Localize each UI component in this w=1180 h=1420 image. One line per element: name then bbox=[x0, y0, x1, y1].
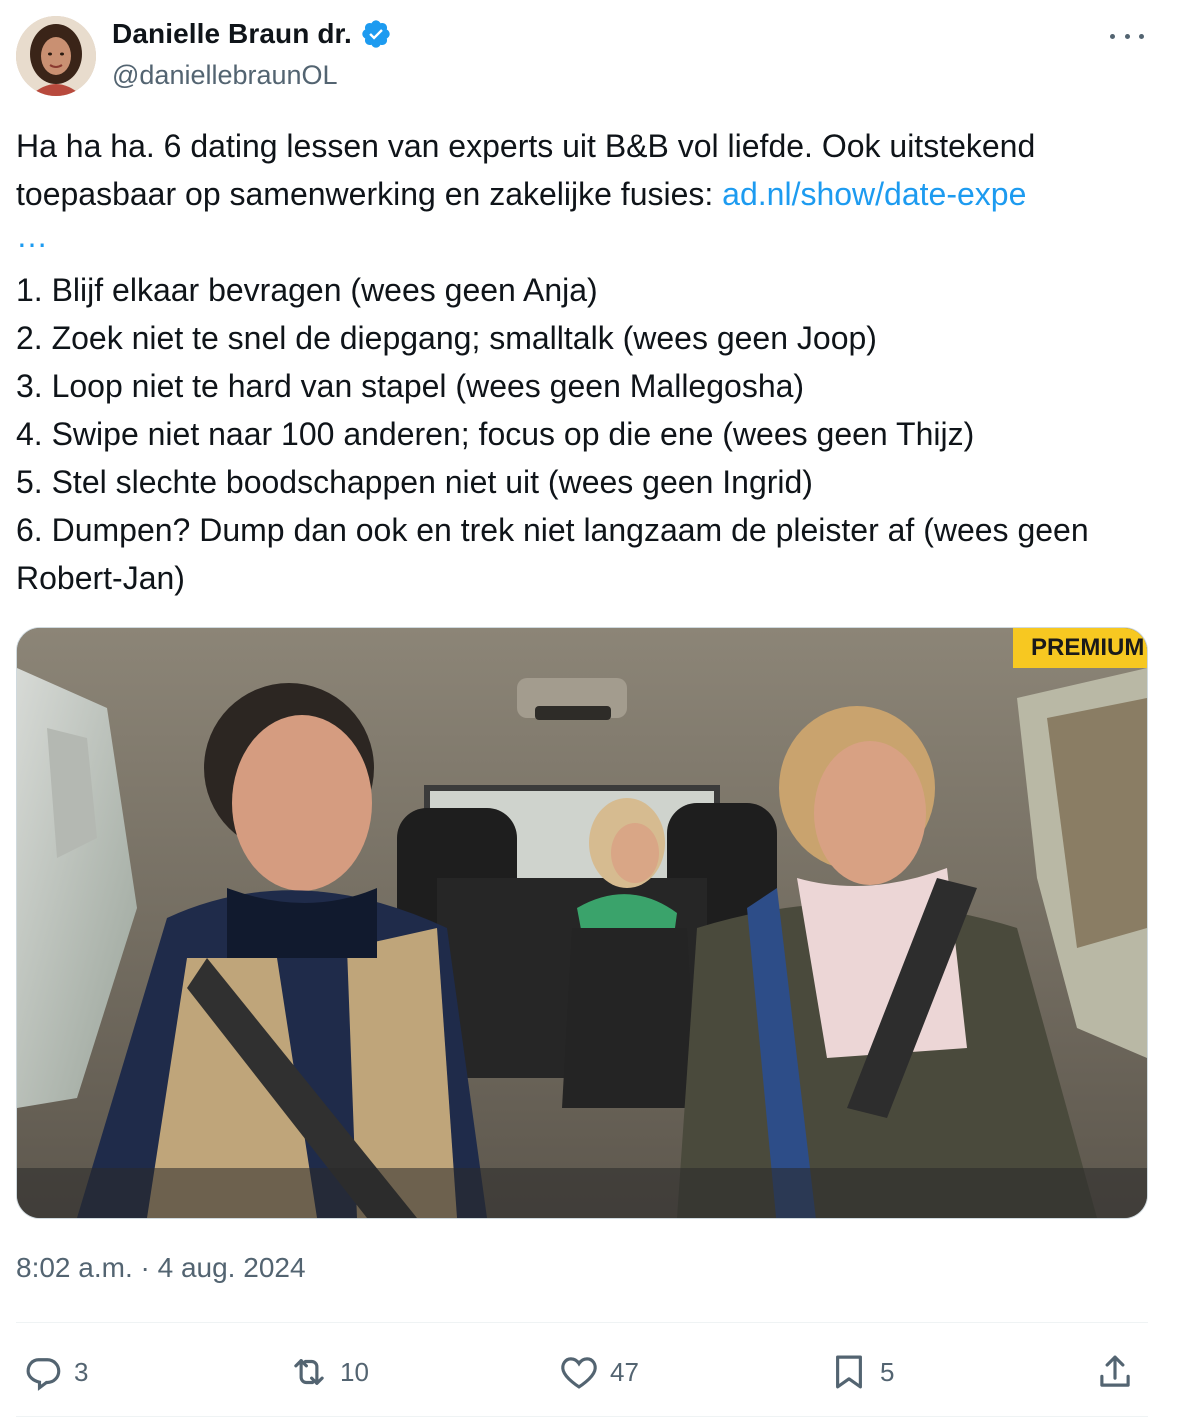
like-icon bbox=[561, 1357, 597, 1389]
repost-count: 10 bbox=[340, 1356, 369, 1387]
more-icon[interactable] bbox=[1110, 24, 1144, 48]
media-image[interactable]: PREMIUM bbox=[16, 627, 1148, 1219]
like-count: 47 bbox=[610, 1356, 639, 1387]
bookmark-icon bbox=[836, 1355, 862, 1389]
premium-badge: PREMIUM bbox=[1013, 628, 1147, 668]
tweet-text: Ha ha ha. 6 dating lessen van experts ui… bbox=[16, 122, 1156, 602]
repost-icon bbox=[294, 1359, 324, 1385]
list-item: 4. Swipe niet naar 100 anderen; focus op… bbox=[16, 416, 975, 452]
reply-icon bbox=[26, 1358, 61, 1391]
list-item: 5. Stel slechte boodschappen niet uit (w… bbox=[16, 464, 813, 500]
bookmark-count: 5 bbox=[880, 1356, 895, 1387]
article-link[interactable]: ad.nl/show/date-expe bbox=[722, 176, 1026, 212]
link-ellipsis[interactable]: … bbox=[16, 218, 1156, 266]
avatar[interactable] bbox=[16, 16, 96, 96]
divider bbox=[16, 1322, 1148, 1323]
divider bbox=[16, 1416, 1148, 1417]
reply-button[interactable]: 3 bbox=[22, 1342, 88, 1402]
share-icon bbox=[1100, 1355, 1130, 1387]
lessons-list: 1. Blijf elkaar bevragen (wees geen Anja… bbox=[16, 266, 1156, 602]
list-item: 6. Dumpen? Dump dan ook en trek niet lan… bbox=[16, 512, 1089, 596]
tweet-intro: Ha ha ha. 6 dating lessen van experts ui… bbox=[16, 122, 1156, 218]
repost-button[interactable]: 10 bbox=[288, 1342, 369, 1402]
list-item: 1. Blijf elkaar bevragen (wees geen Anja… bbox=[16, 272, 598, 308]
bookmark-button[interactable]: 5 bbox=[828, 1342, 894, 1402]
car-scene-image bbox=[17, 628, 1147, 1218]
list-item: 2. Zoek niet te snel de diepgang; smallt… bbox=[16, 320, 877, 356]
display-name[interactable]: Danielle Braun dr. bbox=[112, 18, 352, 50]
author-handle[interactable]: @daniellebraunOL bbox=[112, 60, 338, 91]
author-name-row: Danielle Braun dr. bbox=[112, 18, 392, 50]
list-item: 3. Loop niet te hard van stapel (wees ge… bbox=[16, 368, 805, 404]
reply-count: 3 bbox=[74, 1356, 89, 1387]
like-button[interactable]: 47 bbox=[558, 1342, 639, 1402]
share-button[interactable] bbox=[1094, 1342, 1136, 1402]
tweet: Danielle Braun dr. @daniellebraunOL Ha h… bbox=[0, 0, 1180, 1420]
tweet-timestamp[interactable]: 8:02 a.m. · 4 aug. 2024 bbox=[16, 1252, 306, 1284]
action-bar: 3 10 47 5 bbox=[0, 1342, 1180, 1402]
verified-badge-icon bbox=[360, 18, 392, 50]
